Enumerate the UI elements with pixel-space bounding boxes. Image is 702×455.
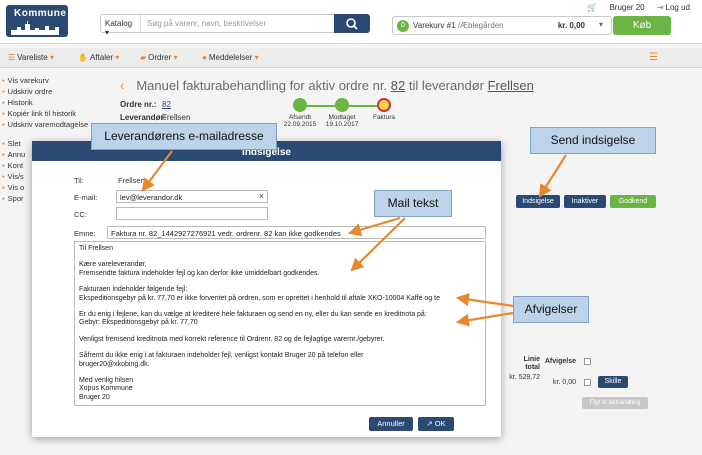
arrow-mail-2 [350, 217, 406, 272]
arrow-send [538, 154, 567, 198]
callout-arrows [141, 150, 567, 327]
arrow-email [141, 150, 173, 192]
arrow-afvig-1 [455, 293, 514, 308]
arrow-afvig-2 [455, 311, 514, 327]
